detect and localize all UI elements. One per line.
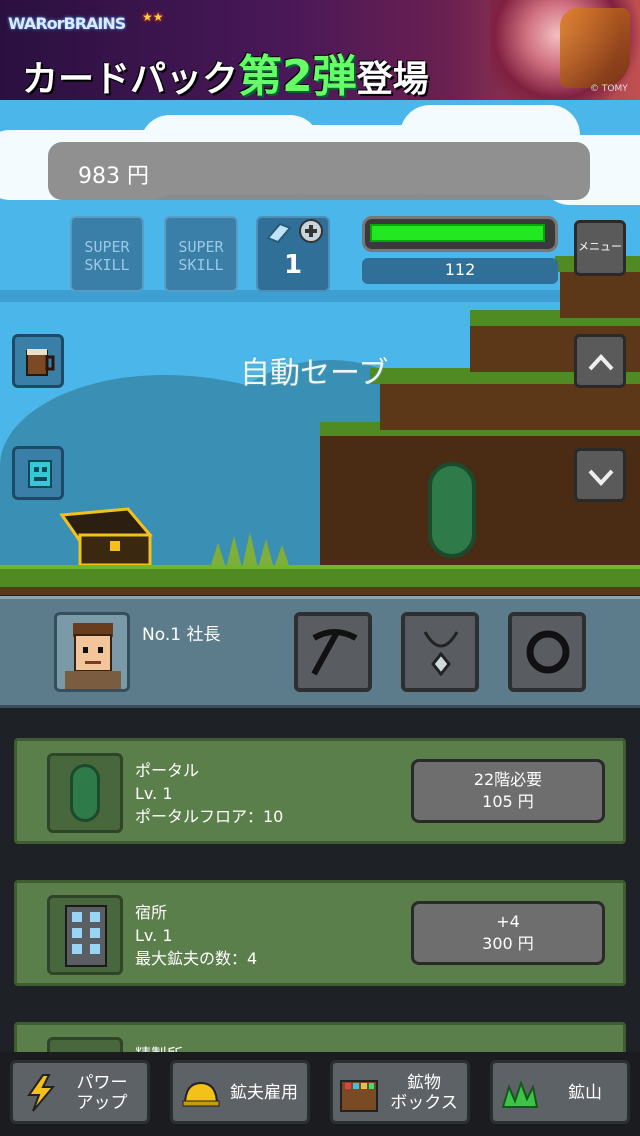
ground xyxy=(0,565,640,595)
upgrade-cost: 300 円 xyxy=(482,934,534,953)
worker-avatar[interactable] xyxy=(54,612,130,692)
upgrade-button-portal[interactable]: 22階必要 105 円 xyxy=(411,759,605,823)
mine-button[interactable]: 鉱山 xyxy=(490,1060,630,1124)
mineral-box-icon xyxy=(340,1080,378,1112)
banner-copyright: © TOMY xyxy=(590,84,628,94)
upgrade-card-lodging: 宿所 Lv. 1 最大鉱夫の数：4 +4 300 円 xyxy=(14,880,626,986)
upgrade-name: ポータル xyxy=(135,761,200,780)
upgrade-level: Lv. 1 xyxy=(135,926,173,945)
equip-slot-ring[interactable] xyxy=(508,612,586,692)
upgrade-cost: 105 円 xyxy=(482,792,534,811)
necklace-icon xyxy=(423,631,459,677)
scroll-down-button[interactable] xyxy=(574,448,626,502)
upgrade-name: 宿所 xyxy=(135,903,168,922)
treasure-chest-icon[interactable] xyxy=(58,505,154,569)
worker-face-icon xyxy=(65,623,121,689)
super-skill-button-1[interactable]: SUPER SKILL xyxy=(70,216,144,292)
mug-icon xyxy=(26,349,55,376)
super-skill-button-2[interactable]: SUPER SKILL xyxy=(164,216,238,292)
power-up-label: パワー アップ xyxy=(76,1073,128,1113)
drink-boost-button[interactable] xyxy=(12,334,64,388)
gem-count: 1 xyxy=(283,250,303,280)
upgrade-info: 宿所 Lv. 1 最大鉱夫の数：4 xyxy=(135,901,257,970)
portal-icon xyxy=(47,753,123,833)
game-scene[interactable]: 983 円 SUPER SKILL SUPER SKILL 1 112 メニュー xyxy=(0,100,640,595)
gem-button[interactable]: 1 xyxy=(256,216,330,292)
scroll-up-button[interactable] xyxy=(574,334,626,388)
hp-value: 112 xyxy=(444,260,476,279)
menu-label: メニュー xyxy=(578,240,622,253)
upgrade-requirement: 22階必要 xyxy=(473,770,543,789)
ad-banner[interactable]: WARorBRAINS ★★ カードパック第2弾登場 © TOMY xyxy=(0,0,640,102)
equip-slot-necklace[interactable] xyxy=(401,612,479,692)
autosave-notice: 自動セーブ xyxy=(240,356,389,391)
banner-character-armor xyxy=(560,8,630,88)
gem-icon xyxy=(266,222,292,244)
worker-name: No.1 社長 xyxy=(142,625,221,645)
ring-icon xyxy=(526,630,570,674)
hp-bar-fill xyxy=(370,224,545,242)
portal[interactable] xyxy=(428,462,476,558)
pickaxe-icon xyxy=(311,629,358,676)
lightning-icon xyxy=(27,1074,56,1112)
upgrade-level: Lv. 1 xyxy=(135,784,173,803)
mine-grass-icon xyxy=(501,1081,539,1108)
mineral-box-label: 鉱物 ボックス xyxy=(390,1073,458,1113)
helmet-icon xyxy=(182,1081,220,1107)
super-skill-label: SUPER SKILL xyxy=(178,238,224,274)
robot-icon xyxy=(28,460,52,488)
money-display: 983 円 xyxy=(78,164,149,189)
chevron-up-icon xyxy=(588,354,614,371)
building-icon xyxy=(47,895,123,975)
banner-logo-emblem: ★★ xyxy=(142,10,164,24)
banner-logo: WARorBRAINS xyxy=(8,14,126,33)
hire-miner-label: 鉱夫雇用 xyxy=(230,1083,298,1103)
mine-label: 鉱山 xyxy=(568,1083,602,1103)
chevron-down-icon xyxy=(588,469,614,486)
upgrade-info: ポータル Lv. 1 ポータルフロア：10 xyxy=(135,759,283,828)
equip-slot-pickaxe[interactable] xyxy=(294,612,372,692)
upgrade-detail: 最大鉱夫の数：4 xyxy=(135,949,258,968)
upgrade-card-portal: ポータル Lv. 1 ポータルフロア：10 22階必要 105 円 xyxy=(14,738,626,844)
power-up-button[interactable]: パワー アップ xyxy=(10,1060,150,1124)
upgrade-detail: ポータルフロア：10 xyxy=(135,807,284,826)
mineral-box-button[interactable]: 鉱物 ボックス xyxy=(330,1060,470,1124)
upgrade-button-lodging[interactable]: +4 300 円 xyxy=(411,901,605,965)
plus-icon xyxy=(299,219,323,243)
robot-helper-button[interactable] xyxy=(12,446,64,500)
super-skill-label: SUPER SKILL xyxy=(84,238,130,274)
banner-headline: カードパック第2弾登場 xyxy=(22,51,429,102)
upgrade-gain: +4 xyxy=(496,912,520,931)
hire-miner-button[interactable]: 鉱夫雇用 xyxy=(170,1060,310,1124)
